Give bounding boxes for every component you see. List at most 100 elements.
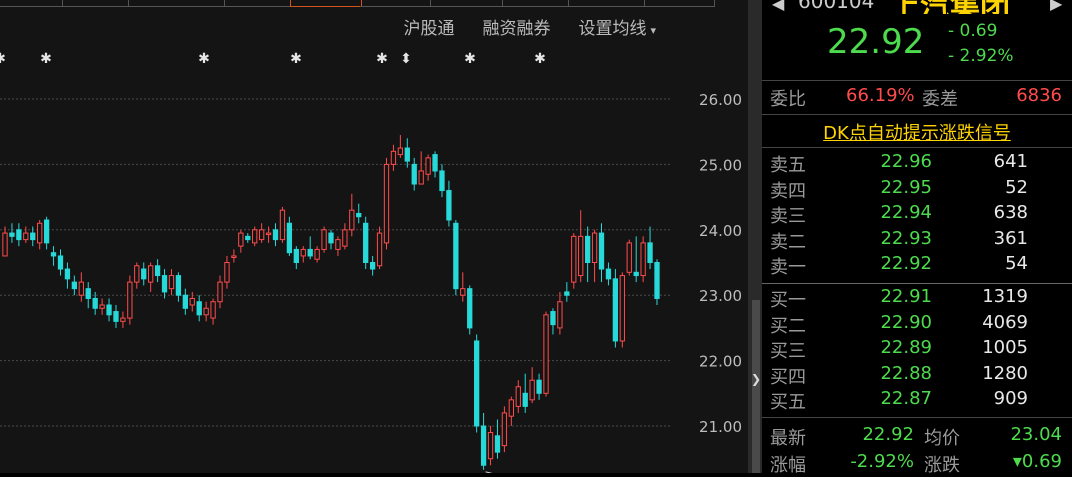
candle[interactable] xyxy=(50,252,57,257)
candle[interactable] xyxy=(508,399,514,417)
period-tab[interactable] xyxy=(644,0,715,7)
candle[interactable] xyxy=(224,262,230,283)
candle[interactable] xyxy=(175,275,182,296)
candle[interactable] xyxy=(342,229,348,247)
candle[interactable] xyxy=(78,281,84,296)
candle[interactable] xyxy=(647,242,653,264)
candle[interactable] xyxy=(16,229,22,241)
candle[interactable] xyxy=(439,170,445,192)
event-marker-icon[interactable]: ✱ xyxy=(464,51,476,67)
event-marker-icon[interactable]: ✱ xyxy=(0,51,6,67)
candle[interactable] xyxy=(501,412,508,447)
candle[interactable] xyxy=(584,235,591,263)
candle[interactable] xyxy=(154,265,161,277)
period-tab[interactable] xyxy=(360,0,431,7)
event-marker-icon[interactable]: ⬍ xyxy=(400,51,412,67)
candle[interactable] xyxy=(252,229,258,244)
candle[interactable] xyxy=(231,255,237,258)
margin-trading-button[interactable]: 融资融券 xyxy=(482,14,550,44)
candle[interactable] xyxy=(494,435,501,453)
bid-level-row[interactable]: 买三 22.89 1005 xyxy=(762,337,1072,363)
candle[interactable] xyxy=(265,232,272,236)
candle[interactable] xyxy=(619,275,625,342)
candle[interactable] xyxy=(99,304,105,309)
candle[interactable] xyxy=(57,255,64,270)
candle[interactable] xyxy=(182,294,188,309)
period-tab[interactable] xyxy=(0,0,63,7)
candle[interactable] xyxy=(106,304,112,316)
candle[interactable] xyxy=(85,288,91,299)
next-stock-icon[interactable]: ▶ xyxy=(1050,0,1062,13)
candle[interactable] xyxy=(383,163,390,244)
candle[interactable] xyxy=(633,271,639,277)
candle[interactable] xyxy=(515,386,521,407)
candle[interactable] xyxy=(314,248,320,260)
candle[interactable] xyxy=(203,307,209,316)
candle[interactable] xyxy=(446,190,452,221)
period-tab-active[interactable] xyxy=(290,0,362,7)
candle[interactable] xyxy=(390,150,397,165)
event-marker-icon[interactable]: ✱ xyxy=(198,51,210,67)
candle[interactable] xyxy=(307,248,313,257)
kline-chart-area[interactable]: 26.0025.0024.0023.0022.0021.0020.33✱✱✱✱✱… xyxy=(0,0,748,473)
period-tab[interactable] xyxy=(62,0,129,7)
candle[interactable] xyxy=(92,297,98,309)
candle[interactable] xyxy=(591,232,598,264)
candle[interactable] xyxy=(363,222,369,263)
candle[interactable] xyxy=(141,268,147,280)
candle[interactable] xyxy=(161,275,168,293)
period-tab[interactable] xyxy=(224,0,291,7)
candle[interactable] xyxy=(529,379,535,401)
period-tab[interactable] xyxy=(502,0,569,7)
event-marker-icon[interactable]: ✱ xyxy=(534,51,546,67)
candle[interactable] xyxy=(71,281,78,290)
candle[interactable] xyxy=(522,392,528,407)
candle[interactable] xyxy=(369,262,376,270)
period-tab[interactable] xyxy=(128,0,225,7)
candle[interactable] xyxy=(9,232,15,237)
bid-level-row[interactable]: 买一 22.91 1319 xyxy=(762,286,1072,312)
candle[interactable] xyxy=(571,235,577,283)
candle[interactable] xyxy=(293,248,299,263)
set-ma-dropdown[interactable]: 设置均线 ▾ xyxy=(578,14,656,44)
candle[interactable] xyxy=(536,379,542,394)
prev-stock-icon[interactable]: ◀ xyxy=(772,0,784,13)
candle[interactable] xyxy=(397,147,404,156)
candle[interactable] xyxy=(258,229,265,241)
candle[interactable] xyxy=(474,340,480,427)
candle[interactable] xyxy=(425,157,431,175)
bid-level-row[interactable]: 买四 22.88 1280 xyxy=(762,363,1072,389)
candle[interactable] xyxy=(404,147,410,162)
candle[interactable] xyxy=(321,229,327,250)
candle[interactable] xyxy=(279,209,286,241)
event-marker-icon[interactable]: ✱ xyxy=(376,51,388,67)
scroll-arrow-icon[interactable]: ❯ xyxy=(750,372,762,386)
candle[interactable] xyxy=(640,242,646,277)
candle[interactable] xyxy=(328,232,334,244)
candle[interactable] xyxy=(605,268,612,280)
event-marker-icon[interactable]: ✱ xyxy=(40,51,52,67)
candle[interactable] xyxy=(127,281,133,319)
candle[interactable] xyxy=(564,291,570,296)
candle[interactable] xyxy=(356,212,362,218)
candle[interactable] xyxy=(189,297,195,306)
period-tab[interactable] xyxy=(568,0,645,7)
candle[interactable] xyxy=(245,235,251,241)
candle[interactable] xyxy=(64,268,71,280)
candlestick-chart[interactable]: 26.0025.0024.0023.0022.0021.0020.33✱✱✱✱✱… xyxy=(0,0,748,473)
candle[interactable] xyxy=(120,317,126,322)
candle[interactable] xyxy=(335,239,341,250)
candle[interactable] xyxy=(349,209,355,231)
candle[interactable] xyxy=(557,301,563,329)
candle[interactable] xyxy=(376,232,383,267)
scrollbar-thumb[interactable] xyxy=(752,300,760,473)
candle[interactable] xyxy=(612,278,619,342)
candle[interactable] xyxy=(432,154,438,172)
candle[interactable] xyxy=(453,222,459,290)
candle[interactable] xyxy=(626,242,632,273)
candle[interactable] xyxy=(43,219,50,244)
candle[interactable] xyxy=(113,311,119,322)
candle[interactable] xyxy=(418,170,424,185)
candle[interactable] xyxy=(2,232,8,257)
bid-level-row[interactable]: 买二 22.90 4069 xyxy=(762,312,1072,338)
